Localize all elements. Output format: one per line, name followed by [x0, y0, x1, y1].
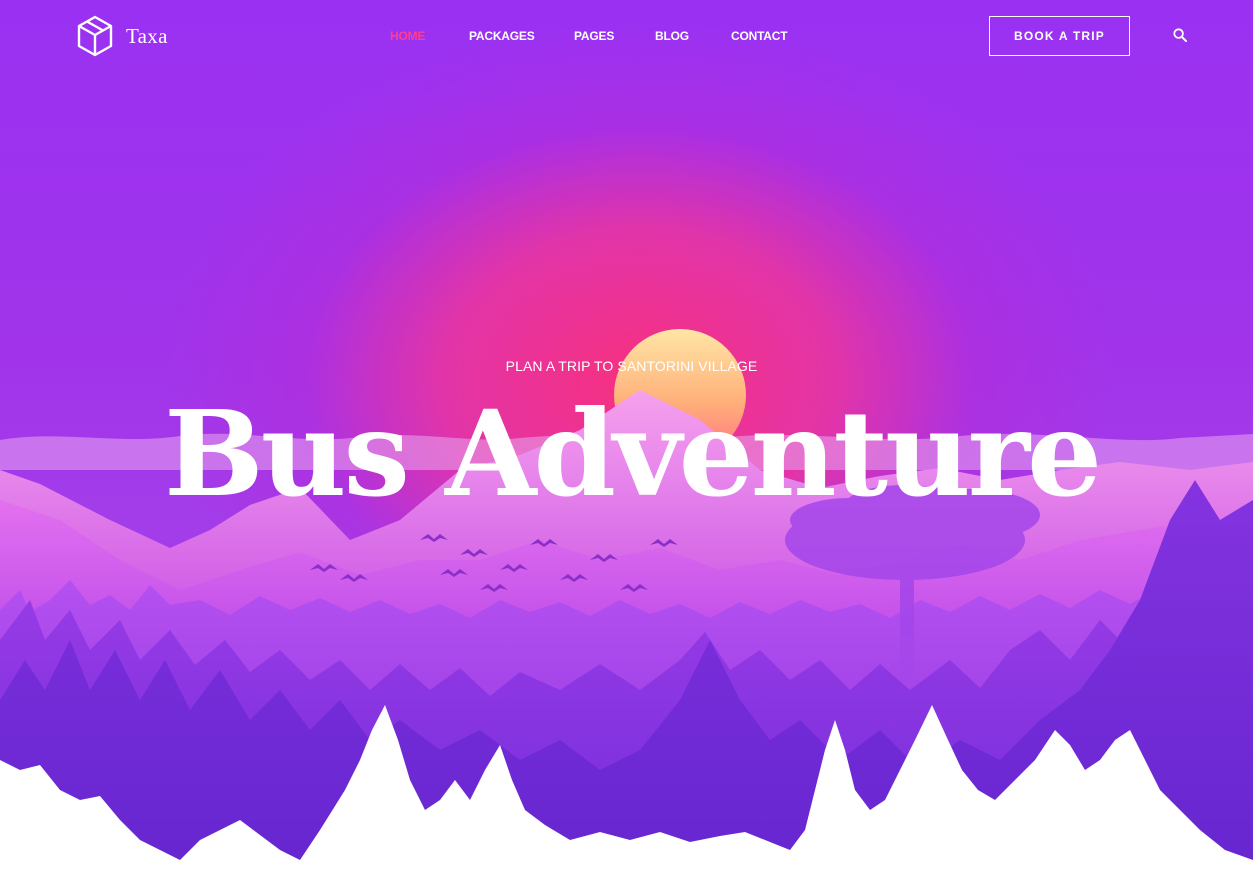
nav-item-packages[interactable]: PACKAGES	[469, 29, 535, 43]
brand-logo[interactable]: Taxa	[76, 15, 168, 57]
nav-item-contact[interactable]: CONTACT	[731, 29, 788, 43]
nav-item-home[interactable]: HOME	[390, 29, 425, 43]
nav-item-pages[interactable]: PAGES	[574, 29, 614, 43]
book-a-trip-button[interactable]: BOOK A TRIP	[989, 16, 1130, 56]
brand-name: Taxa	[126, 23, 168, 48]
hero-title: Bus Adventure	[163, 384, 1102, 523]
hero-subtitle: PLAN A TRIP TO SANTORINI VILLAGE	[505, 358, 758, 374]
cube-icon	[77, 15, 113, 57]
hero-section: Taxa HOME PACKAGES PAGES BLOG CONTACT BO…	[0, 0, 1253, 887]
search-icon[interactable]	[1173, 28, 1187, 42]
nav-item-blog[interactable]: BLOG	[655, 29, 689, 43]
